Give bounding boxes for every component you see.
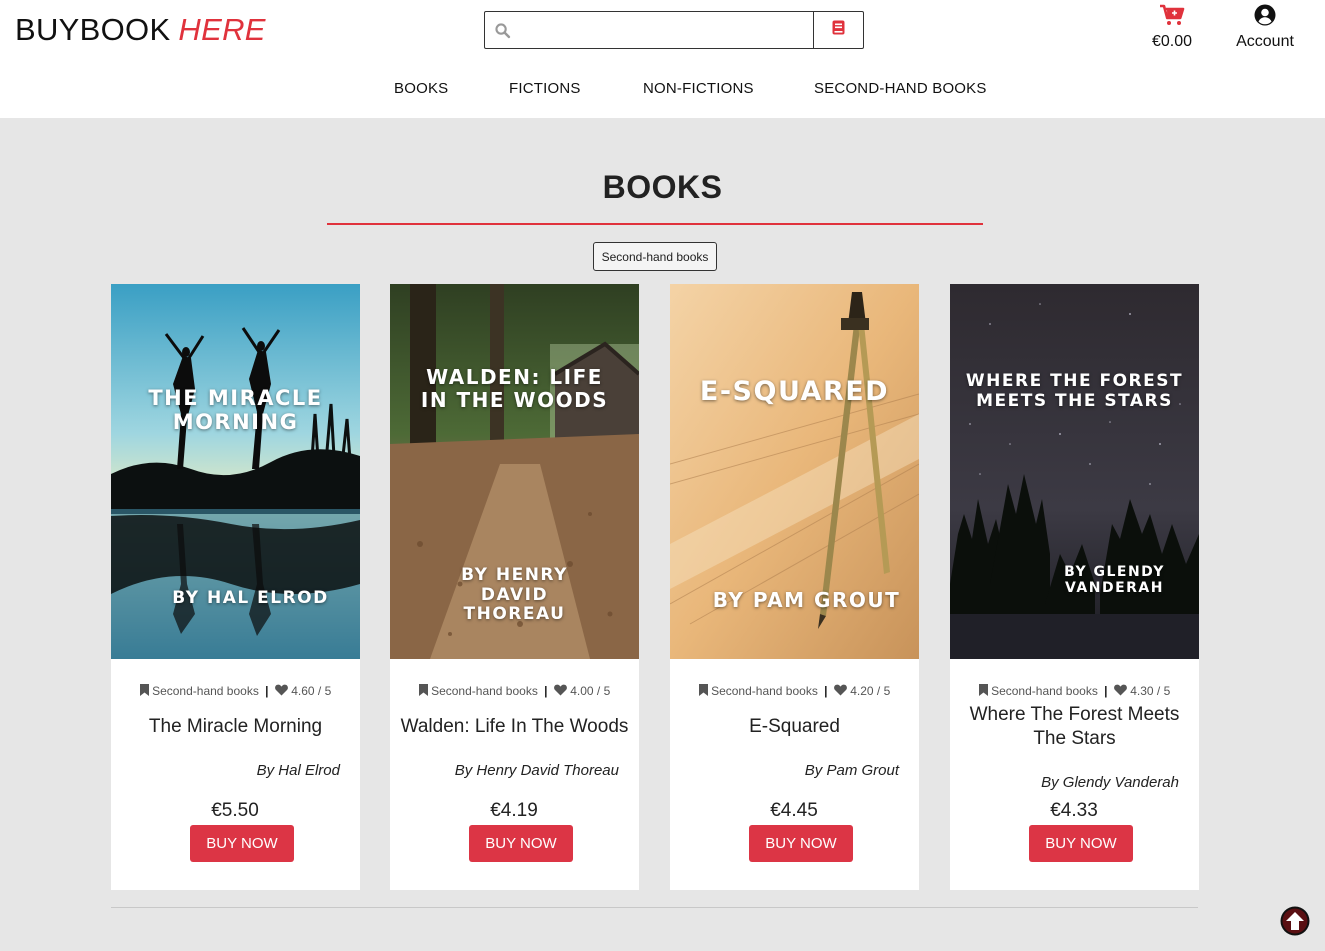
cover-title-text: THE MIRACLE MORNING bbox=[148, 386, 323, 435]
product-title: Walden: Life In The Woods bbox=[400, 716, 629, 737]
product-price: €4.19 bbox=[490, 800, 538, 821]
heart-icon bbox=[1113, 684, 1127, 698]
product-category[interactable]: Second-hand books bbox=[991, 684, 1098, 698]
product-author: By Henry David Thoreau bbox=[454, 762, 619, 779]
product-rating: 4.20 / 5 bbox=[850, 684, 891, 698]
page-title: BOOKS bbox=[602, 169, 723, 205]
nav-item-books[interactable]: BOOKS bbox=[394, 80, 448, 97]
product-rating: 4.30 / 5 bbox=[1130, 684, 1171, 698]
product-author: By Glendy Vanderah bbox=[1041, 774, 1179, 791]
buy-now-button[interactable]: BUY NOW bbox=[469, 825, 573, 862]
bookmark-icon bbox=[418, 684, 428, 698]
product-category[interactable]: Second-hand books bbox=[711, 684, 818, 698]
product-rating: 4.00 / 5 bbox=[570, 684, 611, 698]
product-card: THE MIRACLE MORNING BY HAL ELROD Second-… bbox=[111, 284, 360, 890]
buy-now-button[interactable]: BUY NOW bbox=[190, 825, 294, 862]
book-cover-image[interactable]: WALDEN: LIFE IN THE WOODS BY HENRY DAVID… bbox=[390, 284, 639, 659]
product-title: The Miracle Morning bbox=[148, 716, 323, 737]
product-title: Where The Forest Meets The Stars bbox=[969, 704, 1180, 749]
cover-title-text: WALDEN: LIFE IN THE WOODS bbox=[420, 365, 609, 412]
logo-accent-text: HERE bbox=[178, 12, 266, 47]
nav-item-second-hand-books[interactable]: SECOND-HAND BOOKS bbox=[814, 80, 987, 97]
bookmark-icon bbox=[978, 684, 988, 698]
product-author: By Pam Grout bbox=[804, 762, 899, 779]
buy-now-button[interactable]: BUY NOW bbox=[1029, 825, 1133, 862]
product-card: E-SQUARED BY PAM GROUT Second-hand books… bbox=[670, 284, 919, 890]
arrow-up-circle-icon bbox=[1280, 906, 1310, 940]
meta-separator: | bbox=[265, 684, 269, 698]
logo-main-text: BUYBOOK bbox=[15, 12, 171, 47]
search-input[interactable] bbox=[519, 12, 813, 48]
cover-title-text: WHERE THE FOREST MEETS THE STARS bbox=[965, 371, 1184, 411]
product-price: €4.45 bbox=[770, 800, 818, 821]
buy-now-button[interactable]: BUY NOW bbox=[749, 825, 853, 862]
product-category[interactable]: Second-hand books bbox=[152, 684, 259, 698]
product-author: By Hal Elrod bbox=[256, 762, 340, 779]
meta-separator: | bbox=[1104, 684, 1108, 698]
bookmark-icon bbox=[698, 684, 708, 698]
product-meta: Second-hand books | 4.60 / 5 bbox=[111, 684, 360, 698]
meta-separator: | bbox=[824, 684, 828, 698]
meta-separator: | bbox=[544, 684, 548, 698]
site-header: BUYBOOK HERE €0.00 Account BOOKS FICTIONS… bbox=[0, 0, 1325, 118]
back-to-top-button[interactable] bbox=[1280, 906, 1310, 936]
cover-author-text: BY HENRY DAVID THOREAU bbox=[461, 565, 568, 625]
book-cover-image[interactable]: THE MIRACLE MORNING BY HAL ELROD bbox=[111, 284, 360, 659]
user-circle-icon bbox=[1254, 4, 1276, 30]
product-price: €5.50 bbox=[211, 800, 259, 821]
product-meta: Second-hand books | 4.30 / 5 bbox=[950, 684, 1199, 698]
product-rating: 4.60 / 5 bbox=[291, 684, 332, 698]
cover-author-text: BY PAM GROUT bbox=[712, 588, 901, 612]
account-label: Account bbox=[1236, 33, 1294, 50]
cart-icon bbox=[1159, 4, 1185, 30]
search-bar bbox=[484, 11, 864, 49]
search-icon bbox=[485, 12, 519, 48]
title-divider bbox=[327, 223, 983, 225]
cart-link[interactable]: €0.00 bbox=[1140, 4, 1204, 51]
site-logo[interactable]: BUYBOOK HERE bbox=[15, 12, 266, 48]
book-cover-image[interactable]: WHERE THE FOREST MEETS THE STARS BY GLEN… bbox=[950, 284, 1199, 659]
account-link[interactable]: Account bbox=[1228, 4, 1302, 51]
search-submit-button[interactable] bbox=[813, 12, 863, 48]
book-icon bbox=[832, 20, 845, 40]
heart-icon bbox=[274, 684, 288, 698]
product-price: €4.33 bbox=[1050, 800, 1098, 821]
product-card: WALDEN: LIFE IN THE WOODS BY HENRY DAVID… bbox=[390, 284, 639, 890]
cover-author-text: BY GLENDY VANDERAH bbox=[1064, 564, 1165, 597]
main-nav: BOOKS FICTIONS NON-FICTIONS SECOND-HAND … bbox=[0, 80, 1325, 100]
cover-title-text: E-SQUARED bbox=[699, 376, 890, 407]
nav-item-non-fictions[interactable]: NON-FICTIONS bbox=[643, 80, 754, 97]
cover-author-text: BY HAL ELROD bbox=[172, 588, 329, 608]
cart-total: €0.00 bbox=[1151, 33, 1193, 50]
nav-item-fictions[interactable]: FICTIONS bbox=[509, 80, 581, 97]
book-cover-image[interactable]: E-SQUARED BY PAM GROUT bbox=[670, 284, 919, 659]
heart-icon bbox=[833, 684, 847, 698]
category-filter-tag[interactable]: Second-hand books bbox=[593, 242, 717, 271]
product-title: E-Squared bbox=[749, 716, 840, 737]
product-meta: Second-hand books | 4.20 / 5 bbox=[670, 684, 919, 698]
product-card: WHERE THE FOREST MEETS THE STARS BY GLEN… bbox=[950, 284, 1199, 890]
product-category[interactable]: Second-hand books bbox=[431, 684, 538, 698]
bookmark-icon bbox=[139, 684, 149, 698]
content-divider bbox=[111, 907, 1198, 908]
heart-icon bbox=[553, 684, 567, 698]
product-meta: Second-hand books | 4.00 / 5 bbox=[390, 684, 639, 698]
